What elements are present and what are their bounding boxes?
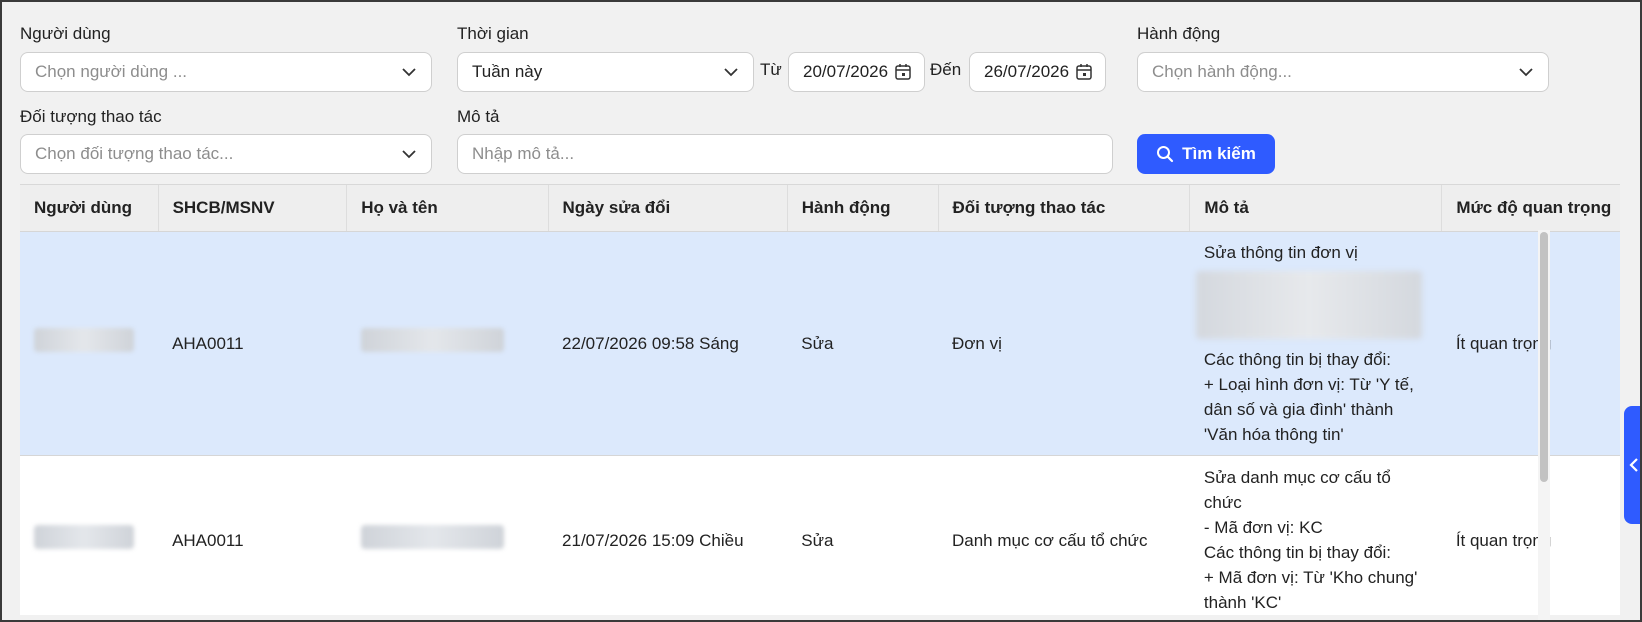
table-header-row: Người dùng SHCB/MSNV Họ và tên Ngày sửa … — [20, 185, 1620, 232]
redacted-username — [34, 524, 134, 549]
redacted-desc-detail — [1195, 270, 1422, 339]
cell-fullname — [346, 455, 549, 615]
object-filter-label: Đối tượng thao tác — [20, 107, 162, 126]
redacted-fullname — [360, 327, 504, 352]
to-date-value: 26/07/2026 — [984, 62, 1070, 81]
object-select-placeholder: Chọn đối tượng thao tác... — [35, 144, 234, 163]
audit-log-table: Người dùng SHCB/MSNV Họ và tên Ngày sửa … — [20, 184, 1620, 615]
time-filter-label: Thời gian — [457, 24, 529, 43]
col-header-modified-date[interactable]: Ngày sửa đổi — [548, 185, 788, 232]
col-header-action[interactable]: Hành động — [787, 185, 939, 232]
cell-object: Đơn vị — [938, 231, 1190, 456]
cell-description: Sửa danh mục cơ cấu tổ chức - Mã đơn vị:… — [1189, 455, 1442, 615]
calendar-icon[interactable] — [1075, 63, 1093, 81]
search-button-label: Tìm kiếm — [1182, 144, 1256, 163]
cell-user — [20, 455, 159, 615]
desc-changes-heading: Các thông tin bị thay đổi: — [1203, 349, 1392, 369]
table-scroll-thumb[interactable] — [1540, 232, 1548, 482]
desc-change-item: + Loại hình đơn vị: Từ 'Y tế, dân số và … — [1203, 374, 1414, 444]
action-select-placeholder: Chọn hành động... — [1152, 62, 1292, 81]
user-select[interactable]: Chọn người dùng ... — [20, 52, 432, 92]
to-date-input[interactable]: 26/07/2026 — [969, 52, 1106, 92]
audit-log-page: Người dùng Thời gian Hành động Chọn ngườ… — [0, 0, 1642, 622]
cell-importance: Ít quan trọng — [1441, 455, 1620, 615]
redacted-fullname — [360, 524, 504, 549]
chevron-down-icon — [1518, 64, 1534, 80]
to-date-label: Đến — [930, 60, 962, 79]
desc-filter-label: Mô tả — [457, 107, 500, 126]
from-date-value: 20/07/2026 — [803, 62, 889, 81]
description-input-placeholder: Nhập mô tả... — [472, 144, 575, 163]
cell-action: Sửa — [787, 455, 938, 615]
object-select[interactable]: Chọn đối tượng thao tác... — [20, 134, 432, 174]
user-select-placeholder: Chọn người dùng ... — [35, 62, 188, 81]
cell-code: AHA0011 — [158, 231, 347, 456]
table-row[interactable]: AHA0011 22/07/2026 09:58 Sáng Sửa Đơn vị… — [20, 231, 1620, 456]
description-input[interactable]: Nhập mô tả... — [457, 134, 1113, 174]
cell-description: Sửa thông tin đơn vị Các thông tin bị th… — [1189, 231, 1442, 456]
time-range-value: Tuần này — [472, 62, 543, 81]
redacted-username — [34, 327, 134, 352]
action-filter-label: Hành động — [1137, 24, 1221, 43]
calendar-icon[interactable] — [894, 63, 912, 81]
desc-change-item: + Mã đơn vị: Từ 'Kho chung' thành 'KC' — [1203, 568, 1418, 612]
from-date-input[interactable]: 20/07/2026 — [788, 52, 925, 92]
chevron-down-icon — [401, 64, 417, 80]
table-row[interactable]: AHA0011 21/07/2026 15:09 Chiều Sửa Danh … — [20, 455, 1620, 615]
col-header-description[interactable]: Mô tả — [1189, 185, 1443, 232]
desc-title: Sửa thông tin đơn vị — [1203, 242, 1358, 262]
action-select[interactable]: Chọn hành động... — [1137, 52, 1549, 92]
filter-panel: Người dùng Thời gian Hành động Chọn ngườ… — [2, 2, 1640, 194]
time-range-select[interactable]: Tuần này — [457, 52, 754, 92]
cell-action: Sửa — [787, 231, 938, 456]
col-header-object[interactable]: Đối tượng thao tác — [938, 185, 1191, 232]
cell-importance: Ít quan trọng — [1441, 231, 1620, 456]
col-header-fullname[interactable]: Họ và tên — [346, 185, 549, 232]
desc-title: Sửa danh mục cơ cấu tổ chức — [1203, 468, 1391, 512]
cell-code: AHA0011 — [158, 455, 347, 615]
chevron-down-icon — [401, 146, 417, 162]
cell-object: Danh mục cơ cấu tổ chức — [938, 455, 1190, 615]
side-panel-toggle[interactable] — [1624, 406, 1640, 524]
chevron-down-icon — [723, 64, 739, 80]
from-date-label: Từ — [760, 60, 782, 79]
chevron-left-icon — [1629, 458, 1638, 472]
desc-detail: - Mã đơn vị: KC — [1203, 518, 1323, 537]
col-header-user[interactable]: Người dùng — [20, 185, 159, 232]
user-filter-label: Người dùng — [20, 24, 111, 43]
col-header-code[interactable]: SHCB/MSNV — [158, 185, 348, 232]
cell-date: 21/07/2026 15:09 Chiều — [548, 455, 788, 615]
col-header-importance[interactable]: Mức độ quan trọng — [1441, 185, 1620, 232]
cell-date: 22/07/2026 09:58 Sáng — [548, 231, 788, 456]
search-icon — [1157, 146, 1174, 163]
cell-user — [20, 231, 159, 456]
search-button[interactable]: Tìm kiếm — [1137, 134, 1275, 174]
desc-changes-heading: Các thông tin bị thay đổi: — [1203, 543, 1392, 562]
cell-fullname — [346, 231, 549, 456]
